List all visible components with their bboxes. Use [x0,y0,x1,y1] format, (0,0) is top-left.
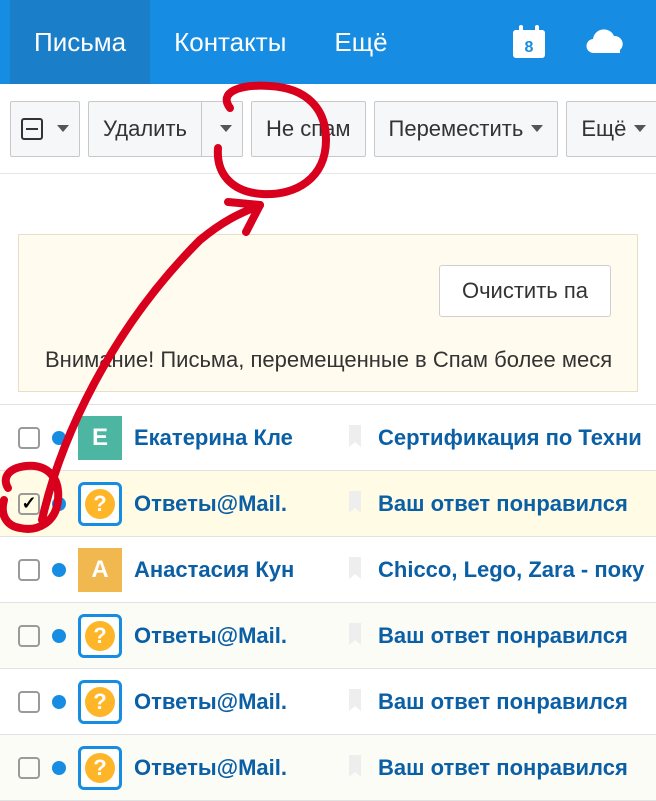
message-row[interactable]: ? Ответы@Mail. Ваш ответ понравился [0,669,656,735]
minus-box-icon [21,118,43,140]
delete-button[interactable]: Удалить [88,101,201,157]
flag-icon [348,623,362,649]
message-row[interactable]: А Анастасия Кун Chicco, Lego, Zara - пок… [0,537,656,603]
unread-dot-icon [52,431,66,445]
move-button[interactable]: Переместить [374,101,559,157]
unread-dot-icon [52,695,66,709]
flag-icon [348,425,362,451]
select-all-button[interactable] [10,101,80,157]
chevron-down-icon [220,125,232,132]
chevron-down-icon [57,125,69,132]
avatar: Е [78,416,122,460]
toolbar: Удалить Не спам Переместить Ещё [0,84,656,174]
toolbar-more-button[interactable]: Ещё [566,101,656,157]
flag-icon [348,755,362,781]
unread-dot-icon [52,761,66,775]
sender-name: Ответы@Mail. [134,623,338,649]
message-row[interactable]: Е Екатерина Кле Сертификация по Техни [0,405,656,471]
message-row[interactable]: ? Ответы@Mail. Ваш ответ понравился [0,471,656,537]
nav-item-more[interactable]: Ещё [310,0,411,84]
sender-name: Ответы@Mail. [134,755,338,781]
delete-button-group: Удалить [88,101,243,157]
cloud-icon[interactable] [582,17,632,67]
row-checkbox[interactable] [18,427,40,449]
question-icon: ? [85,687,115,717]
message-subject: Ваш ответ понравился [378,491,628,517]
message-subject: Ваш ответ понравился [378,623,628,649]
chevron-down-icon [531,125,543,132]
toolbar-more-label: Ещё [581,116,626,142]
sender-name: Екатерина Кле [134,425,338,451]
flag-icon [348,491,362,517]
message-subject: Ваш ответ понравился [378,689,628,715]
sender-name: Анастасия Кун [134,557,338,583]
clear-folder-button[interactable]: Очистить па [439,265,611,317]
spam-notice: Очистить па Внимание! Письма, перемещенн… [18,234,638,392]
question-icon: ? [85,489,115,519]
calendar-day-text: 8 [525,39,534,56]
question-icon: ? [85,753,115,783]
message-list: Е Екатерина Кле Сертификация по Техни ? … [0,404,656,801]
row-checkbox[interactable] [18,559,40,581]
avatar: ? [78,680,122,724]
avatar: А [78,548,122,592]
move-button-label: Переместить [389,116,524,142]
sender-name: Ответы@Mail. [134,491,338,517]
question-icon: ? [85,621,115,651]
nav-item-contacts[interactable]: Контакты [150,0,310,84]
row-checkbox[interactable] [18,625,40,647]
notice-text: Внимание! Письма, перемещенные в Спам бо… [45,337,611,373]
nav-item-mail[interactable]: Письма [10,0,150,84]
top-nav: Письма Контакты Ещё 8 [0,0,656,84]
message-subject: Ваш ответ понравился [378,755,628,781]
unread-dot-icon [52,563,66,577]
not-spam-button[interactable]: Не спам [251,101,366,157]
calendar-icon[interactable]: 8 [504,17,554,67]
avatar: ? [78,746,122,790]
delete-dropdown-button[interactable] [201,101,243,157]
chevron-down-icon [634,125,646,132]
avatar: ? [78,614,122,658]
sender-name: Ответы@Mail. [134,689,338,715]
flag-icon [348,557,362,583]
flag-icon [348,689,362,715]
row-checkbox[interactable] [18,691,40,713]
message-subject: Сертификация по Техни [378,425,642,451]
row-checkbox[interactable] [18,493,40,515]
row-checkbox[interactable] [18,757,40,779]
unread-dot-icon [52,497,66,511]
avatar: ? [78,482,122,526]
message-row[interactable]: ? Ответы@Mail. Ваш ответ понравился [0,603,656,669]
message-subject: Chicco, Lego, Zara - поку [378,557,644,583]
unread-dot-icon [52,629,66,643]
message-row[interactable]: ? Ответы@Mail. Ваш ответ понравился [0,735,656,801]
